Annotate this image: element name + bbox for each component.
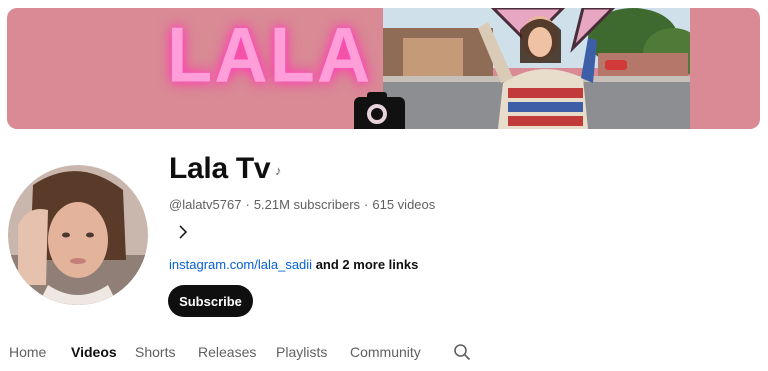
channel-handle: @lalatv5767 — [169, 197, 242, 212]
music-note-icon: ♪ — [275, 163, 282, 178]
channel-tabs: Home Videos Shorts Releases Playlists Co… — [0, 338, 768, 368]
search-icon[interactable] — [453, 343, 471, 361]
meta-separator: · — [245, 197, 250, 212]
camera-icon[interactable] — [354, 92, 405, 129]
avatar[interactable] — [8, 165, 148, 305]
more-links[interactable]: and 2 more links — [316, 257, 419, 272]
meta-separator: · — [364, 197, 369, 212]
video-count: 615 videos — [372, 197, 436, 212]
chevron-right-icon[interactable] — [175, 224, 191, 240]
channel-banner: LALA TV — [7, 8, 760, 129]
channel-meta: @lalatv5767 · 5.21M subscribers · 615 videos — [169, 197, 435, 212]
tab-community[interactable]: Community — [350, 344, 421, 360]
subscribe-button[interactable]: Subscribe — [168, 285, 253, 317]
tab-shorts[interactable]: Shorts — [135, 344, 175, 360]
channel-name: Lala Tv — [169, 152, 271, 185]
instagram-link[interactable]: instagram.com/lala_sadii — [169, 257, 312, 272]
subscriber-count: 5.21M subscribers — [253, 197, 361, 212]
channel-links: instagram.com/lala_sadii and 2 more link… — [169, 257, 418, 272]
banner-photo — [383, 8, 690, 129]
tab-releases[interactable]: Releases — [198, 344, 256, 360]
tab-home[interactable]: Home — [9, 344, 46, 360]
tab-playlists[interactable]: Playlists — [276, 344, 327, 360]
tab-videos[interactable]: Videos — [71, 344, 117, 360]
channel-page: LALA TV Lala Tv ♪ @lalatv5767 · 5.21M su… — [0, 0, 768, 371]
